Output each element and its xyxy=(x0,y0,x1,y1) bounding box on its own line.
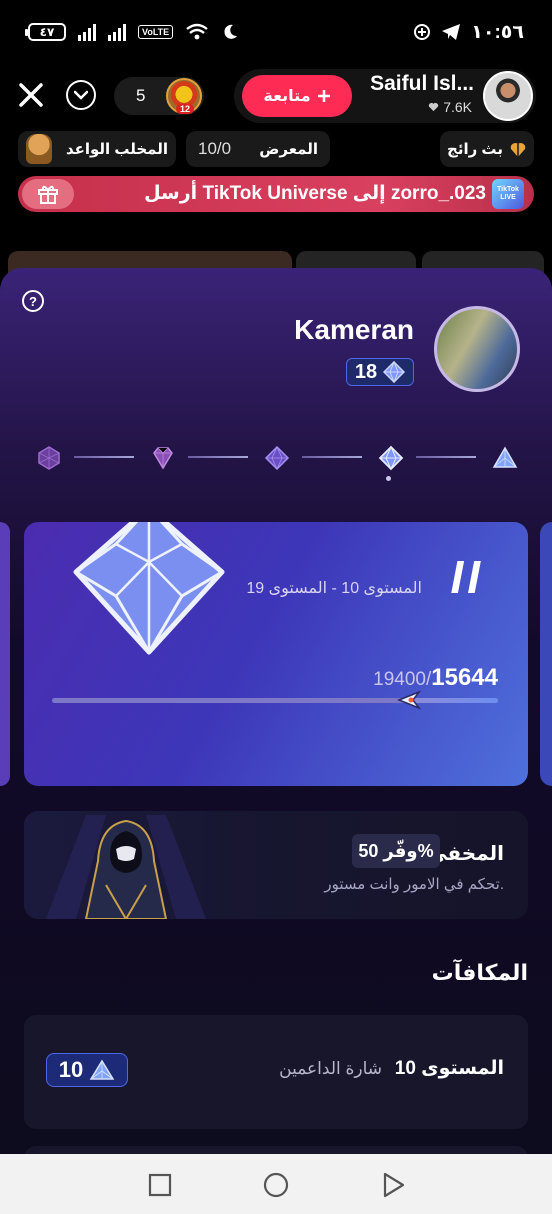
wifi-icon xyxy=(186,23,208,40)
tier-5-icon[interactable] xyxy=(492,445,518,471)
tier-2-icon[interactable] xyxy=(150,445,176,471)
host-likes: 7.6K xyxy=(428,99,472,115)
triangle-gem-icon xyxy=(89,1059,115,1080)
home-icon[interactable] xyxy=(263,1172,289,1198)
gift-icon xyxy=(38,185,58,204)
tiktok-universe-icon: TikTok LIVE xyxy=(492,179,524,209)
viewer-count-pill[interactable]: 5 12 xyxy=(114,77,204,115)
chevron-down-icon xyxy=(74,90,88,100)
current-points: 15644 xyxy=(431,664,498,691)
tier-connector xyxy=(416,456,476,458)
signal-icon xyxy=(78,23,96,41)
diamond-icon xyxy=(383,361,406,383)
back-icon[interactable] xyxy=(381,1172,407,1198)
signal-icon-2 xyxy=(108,23,126,41)
tier-track xyxy=(36,443,518,473)
top-viewer-avatar[interactable]: 12 xyxy=(166,78,202,114)
active-tier-indicator xyxy=(386,476,391,481)
claw-label: المخلب الواعد xyxy=(65,141,168,158)
recents-icon[interactable] xyxy=(147,1172,173,1198)
follow-button[interactable]: متابعة xyxy=(242,75,352,117)
gallery-chip[interactable]: 10/0 المعرض xyxy=(186,131,330,167)
claw-chip[interactable]: المخلب الواعد xyxy=(18,131,176,167)
viewer-count: 5 xyxy=(136,86,146,105)
previous-level-card[interactable] xyxy=(0,522,10,786)
plus-icon xyxy=(317,90,330,102)
tier-4-icon[interactable] xyxy=(378,445,404,471)
telegram-icon xyxy=(442,24,461,40)
user-avatar[interactable] xyxy=(434,306,520,392)
progress-arrow-icon xyxy=(397,690,421,710)
tier-connector xyxy=(302,456,362,458)
level-progress-fill xyxy=(411,698,498,703)
reward-name: شارة الداعمين xyxy=(279,1059,382,1078)
heart-icon xyxy=(429,103,439,112)
perk-card[interactable]: المخفي وفّر 50% تحكم في الامور وانت مستو… xyxy=(24,811,528,919)
battery-icon: ٤٧ xyxy=(25,23,66,41)
close-icon[interactable] xyxy=(16,80,46,110)
host-likes-count: 7.6K xyxy=(443,99,472,115)
supporter-badge-value: 10 xyxy=(58,1057,84,1082)
host-card[interactable]: متابعة Saiful Isl... 7.6K xyxy=(234,69,536,123)
level-progress-bar xyxy=(52,690,498,710)
perk-discount-badge: وفّر 50% xyxy=(352,834,440,868)
clock: ١٠:٥٦ xyxy=(471,21,524,43)
gift-banner-text: أرسل TikTok Universe إلى zorro_.023 xyxy=(144,183,486,204)
gallery-count: 10/0 xyxy=(198,139,232,158)
viewer-level-badge: 12 xyxy=(175,104,194,114)
supporter-badge: 10 xyxy=(46,1053,128,1087)
chips-row: المخلب الواعد 10/0 المعرض بث رائج xyxy=(0,131,552,167)
cat-icon xyxy=(26,134,52,164)
reward-level: المستوى 10 xyxy=(394,1058,504,1079)
total-points: 19400/ xyxy=(373,669,432,690)
host-avatar[interactable] xyxy=(483,71,533,121)
follow-label: متابعة xyxy=(263,88,311,105)
fan-club-panel: ? Kameran 18 II المستوى 10 - المستوى 19 … xyxy=(0,268,552,1168)
minimize-button[interactable] xyxy=(66,80,96,110)
system-nav-bar xyxy=(0,1154,552,1214)
rewards-heading: المكافآت xyxy=(431,960,528,985)
tier-1-icon[interactable] xyxy=(36,445,62,471)
tier-connector xyxy=(188,456,248,458)
rising-label: بث رائج xyxy=(447,141,503,158)
rising-chip[interactable]: بث رائج xyxy=(440,131,534,167)
user-name: Kameran xyxy=(294,314,414,345)
heart-icon xyxy=(510,142,526,157)
level-card: II المستوى 10 - المستوى 19 19400/15644 xyxy=(24,522,528,786)
host-name: Saiful Isl... xyxy=(370,72,474,95)
hooded-figure-icon xyxy=(46,815,206,919)
gift-button[interactable] xyxy=(22,179,74,209)
level-range: المستوى 10 - المستوى 19 xyxy=(246,580,422,597)
perk-description: تحكم في الامور وانت مستور. xyxy=(324,876,504,893)
level-progress-text: 19400/15644 xyxy=(373,664,498,692)
location-icon xyxy=(414,24,431,40)
live-header: 5 12 متابعة Saiful Isl... 7.6K xyxy=(0,68,552,124)
volte-indicator: VoLTE xyxy=(138,25,174,39)
reward-row[interactable]: المستوى 10 شارة الداعمين 10 xyxy=(24,1015,528,1129)
next-level-card[interactable] xyxy=(540,522,552,786)
tier-connector xyxy=(74,456,134,458)
level-roman-numeral: II xyxy=(450,551,484,603)
user-level-value: 18 xyxy=(354,360,378,383)
gallery-label: المعرض xyxy=(259,141,318,158)
gift-banner[interactable]: أرسل TikTok Universe إلى zorro_.023 TikT… xyxy=(18,176,534,212)
moon-icon xyxy=(224,24,238,39)
help-icon[interactable]: ? xyxy=(22,290,44,312)
status-bar: ٤٧ VoLTE ١٠:٥٦ xyxy=(0,0,552,64)
tier-3-icon[interactable] xyxy=(264,445,290,471)
user-level-badge: 18 xyxy=(346,358,414,386)
level-diamond-icon xyxy=(73,522,225,655)
